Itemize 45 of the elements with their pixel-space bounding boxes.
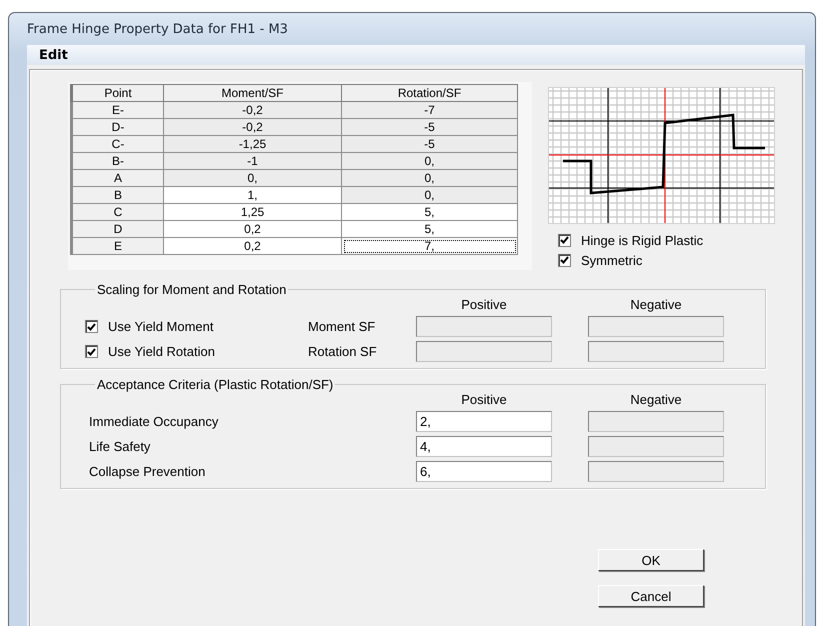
row-header: D xyxy=(72,220,164,238)
input-field[interactable]: 2, xyxy=(416,411,552,432)
group-title: Acceptance Criteria (Plastic Rotation/SF) xyxy=(96,377,334,392)
window-title: Frame Hinge Property Data for FH1 - M3 xyxy=(27,22,288,36)
field-label: Moment SF xyxy=(308,319,376,334)
field-label: Collapse Prevention xyxy=(89,464,206,479)
table-cell[interactable]: 7, xyxy=(342,238,518,254)
field-label: Rotation SF xyxy=(308,344,378,359)
dialog-button[interactable]: Cancel xyxy=(598,585,704,607)
column-header: Positive xyxy=(460,297,508,312)
table-cell[interactable]: 1, xyxy=(164,186,342,204)
column-header: Rotation/SF xyxy=(342,84,518,102)
row-header: C- xyxy=(72,136,164,152)
input-field[interactable]: 6, xyxy=(416,461,552,482)
table-cell[interactable]: 5, xyxy=(342,220,518,238)
checkbox[interactable]: Symmetric xyxy=(558,250,775,270)
row-header: B xyxy=(72,186,164,204)
row-header: E- xyxy=(72,102,164,118)
row-header: C xyxy=(72,204,164,220)
table-cell[interactable]: 1,25 xyxy=(164,204,342,220)
column-header: Positive xyxy=(460,392,508,407)
menu-item[interactable]: Edit xyxy=(35,48,72,62)
field-label: Life Safety xyxy=(89,439,152,454)
table-cell[interactable]: 5, xyxy=(342,204,518,220)
table-cell[interactable]: 0,2 xyxy=(164,238,342,254)
checkmark-icon xyxy=(560,256,569,264)
column-header: Negative xyxy=(629,392,683,407)
table-cell[interactable]: 0,2 xyxy=(164,220,342,238)
row-header: B- xyxy=(72,152,164,170)
checkbox[interactable]: Use Yield Moment xyxy=(85,316,308,336)
column-header: Moment/SF xyxy=(164,84,342,102)
field-label: Immediate Occupancy xyxy=(89,414,220,429)
column-header: Point xyxy=(72,84,164,102)
checkmark-icon xyxy=(87,322,96,330)
row-header: A xyxy=(72,170,164,186)
checkmark-icon xyxy=(87,348,96,356)
checkbox[interactable]: Use Yield Rotation xyxy=(85,342,308,362)
row-header: D- xyxy=(72,118,164,136)
checkmark-icon xyxy=(560,236,569,244)
dialog-button[interactable]: OK xyxy=(598,549,704,571)
checkbox[interactable]: Hinge is Rigid Plastic xyxy=(558,230,775,250)
row-header: E xyxy=(72,238,164,254)
group-title: Scaling for Moment and Rotation xyxy=(96,282,288,297)
column-header: Negative xyxy=(629,297,683,312)
input-field[interactable]: 4, xyxy=(416,436,552,457)
